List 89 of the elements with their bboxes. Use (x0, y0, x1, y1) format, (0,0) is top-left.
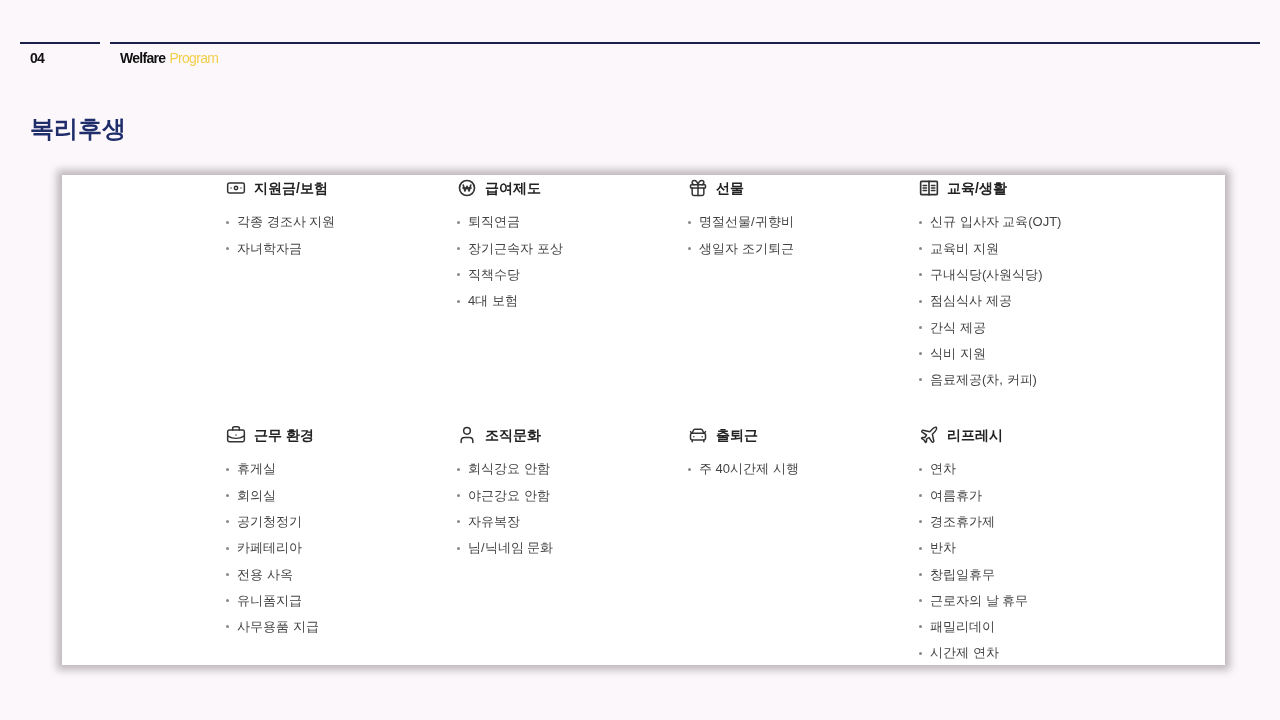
bullet-icon (226, 546, 229, 550)
benefit-item: 4대 보험 (468, 292, 518, 311)
benefit-item: 님/닉네임 문화 (468, 539, 554, 558)
category-heading: 지원금/보험 (254, 178, 328, 198)
benefit-item: 신규 입사자 교육(OJT) (930, 213, 1062, 232)
book-icon (919, 178, 939, 198)
bullet-icon (457, 546, 460, 550)
category-heading: 출퇴근 (716, 425, 758, 445)
bullet-icon (919, 493, 922, 497)
benefit-item: 간식 제공 (930, 318, 986, 337)
benefit-item: 회의실 (237, 486, 276, 505)
benefit-item: 점심식사 제공 (930, 292, 1012, 311)
bullet-icon (457, 520, 460, 524)
page-title: 복리후생 (30, 114, 126, 144)
benefit-item: 패밀리데이 (930, 618, 995, 637)
benefit-item: 자유복장 (468, 513, 520, 531)
benefit-item: 명절선물/귀향비 (699, 213, 794, 232)
benefit-item: 유니폼지급 (237, 591, 302, 610)
bullet-icon (919, 467, 922, 471)
bullet-icon (688, 220, 691, 224)
bullet-icon (919, 325, 922, 329)
benefit-item: 생일자 조기퇴근 (699, 239, 794, 258)
category-heading: 선물 (716, 178, 744, 198)
bullet-icon (919, 651, 922, 655)
bullet-icon (226, 493, 229, 497)
bullet-icon (457, 273, 460, 277)
benefit-item: 직책수당 (468, 266, 520, 284)
bullet-icon (919, 220, 922, 224)
airplane-icon (919, 425, 939, 445)
bullet-icon (919, 378, 922, 382)
bullet-icon (226, 572, 229, 576)
slide-title-accent: Program (169, 49, 219, 68)
benefit-item: 구내식당(사원식당) (930, 266, 1043, 284)
benefit-item: 주 40시간제 시행 (699, 460, 799, 479)
bullet-icon (226, 520, 229, 524)
benefit-item: 장기근속자 포상 (468, 239, 563, 258)
bullet-icon (919, 299, 922, 303)
benefit-item: 반차 (930, 539, 956, 558)
won-coin-icon (457, 178, 477, 198)
benefit-item: 시간제 연차 (930, 644, 999, 663)
car-icon (688, 425, 708, 445)
bullet-icon (457, 220, 460, 224)
bullet-icon (226, 246, 229, 250)
benefit-item: 교육비 지원 (930, 239, 999, 258)
gift-icon (688, 178, 708, 198)
benefit-item: 카페테리아 (237, 539, 302, 558)
benefit-item: 자녀학자금 (237, 239, 302, 258)
benefit-item: 음료제공(차, 커피) (930, 371, 1037, 390)
benefit-item: 근로자의 날 휴무 (930, 591, 1029, 610)
benefit-item: 각종 경조사 지원 (237, 213, 336, 232)
benefit-item: 회식강요 안함 (468, 460, 550, 479)
person-icon (457, 425, 477, 445)
bullet-icon (688, 246, 691, 250)
category-heading: 교육/생활 (947, 178, 1007, 198)
bullet-icon (688, 467, 691, 471)
bullet-icon (919, 273, 922, 277)
category-heading: 리프레시 (947, 425, 1003, 445)
bullet-icon (226, 467, 229, 471)
bullet-icon (226, 599, 229, 603)
category-heading: 급여제도 (485, 178, 541, 198)
benefit-item: 창립일휴무 (930, 565, 995, 584)
bullet-icon (457, 467, 460, 471)
bullet-icon (457, 493, 460, 497)
benefit-item: 전용 사옥 (237, 565, 293, 584)
benefit-item: 퇴직연금 (468, 213, 520, 232)
bullet-icon (226, 625, 229, 629)
benefit-item: 식비 지원 (930, 344, 986, 363)
benefit-item: 공기청정기 (237, 513, 302, 531)
bullet-icon (457, 299, 460, 303)
bullet-icon (919, 546, 922, 550)
category-heading: 근무 환경 (254, 425, 314, 445)
benefit-item: 여름휴가 (930, 486, 982, 505)
bullet-icon (919, 246, 922, 250)
bullet-icon (226, 220, 229, 224)
benefit-item: 경조휴가제 (930, 513, 995, 531)
bullet-icon (919, 520, 922, 524)
bullet-icon (919, 572, 922, 576)
benefit-item: 연차 (930, 460, 956, 479)
briefcase-icon (226, 425, 246, 445)
bullet-icon (457, 246, 460, 250)
benefit-item: 야근강요 안함 (468, 486, 550, 505)
bullet-icon (919, 352, 922, 356)
category-heading: 조직문화 (485, 425, 541, 445)
bullet-icon (919, 625, 922, 629)
section-number: 04 (29, 49, 45, 68)
slide-title: Welfare (120, 49, 166, 68)
benefit-item: 사무용품 지급 (237, 618, 319, 637)
bullet-icon (919, 599, 922, 603)
benefit-item: 휴게실 (237, 460, 276, 479)
